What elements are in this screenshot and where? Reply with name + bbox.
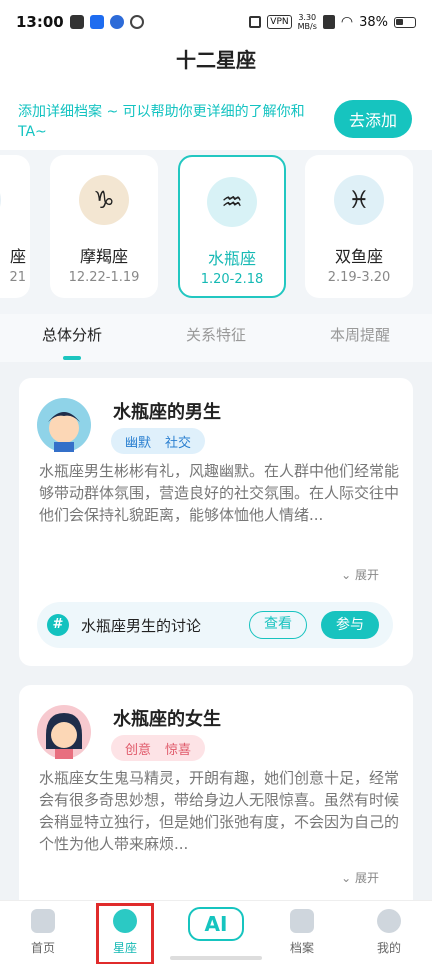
male-card-title: 水瓶座的男生 [113,402,221,423]
sign-date: 21 [9,270,26,285]
male-avatar [37,398,91,452]
male-discussion-bar: # 水瓶座男生的讨论 查看 参与 [37,602,393,648]
view-button[interactable]: 查看 [249,611,307,639]
content-area[interactable]: 水瓶座的男生 幽默 社交 水瓶座男生彬彬有礼，风趣幽默。在人群中他们经常能够带动… [0,362,432,900]
bottom-nav: 首页 星座 AI 档案 我的 [0,900,432,964]
tab-overall[interactable]: 总体分析 [0,314,144,362]
vpn-badge: VPN [267,15,292,29]
sign-date: 1.20-2.18 [200,272,264,287]
female-expand-link[interactable]: ⌄ 展开 [341,869,379,886]
tab-relationship[interactable]: 关系特征 [144,314,288,362]
hashtag-icon: # [47,614,69,636]
link-notification-icon [129,15,144,29]
battery-icon [394,16,416,28]
male-card: 水瓶座的男生 幽默 社交 水瓶座男生彬彬有礼，风趣幽默。在人群中他们经常能够带动… [19,378,413,666]
sign-name: 座 [9,247,26,266]
capricorn-partial-emblem-icon [0,175,1,225]
male-tag: 社交 [165,435,192,451]
nav-archive[interactable]: 档案 [272,909,332,956]
sign-card-pisces[interactable]: ♓ 双鱼座 2.19-3.20 [305,155,413,298]
female-tag: 创意 [125,742,152,758]
male-face-icon [48,412,80,452]
pisces-emblem-icon: ♓ [334,175,384,225]
battery-percent: 38% [359,14,388,30]
app-notification-icon [69,15,84,29]
sign-date: 2.19-3.20 [327,270,391,285]
page-title: 十二星座 [0,44,432,88]
male-tags: 幽默 社交 [111,428,206,454]
sign-name: 摩羯座 [79,247,128,266]
nav-mine-label: 我的 [376,941,401,955]
female-card-text: 水瓶座女生鬼马精灵，开朗有趣，她们创意十足，经常会有很多奇思妙想，带给身边人无限… [39,769,400,853]
male-tag: 幽默 [125,435,152,451]
nav-mine[interactable]: 我的 [359,909,419,956]
add-profile-button[interactable]: 去添加 [334,100,412,138]
archive-icon [290,909,314,933]
sim-off-icon [322,15,335,29]
capricorn-emblem-icon: ♑ [79,175,129,225]
female-tag: 惊喜 [165,742,192,758]
female-card: 水瓶座的女生 创意 惊喜 水瓶座女生鬼马精灵，开朗有趣，她们创意十足，经常会有很… [19,685,413,900]
aquarius-emblem-icon: ♒ [207,177,257,227]
wifi-icon: ◠ [340,14,354,30]
female-tags: 创意 惊喜 [111,735,206,761]
baidu-notification-icon [109,15,124,29]
status-time: 13:00 [16,13,64,31]
sign-name: 双鱼座 [334,247,383,266]
nav-archive-label: 档案 [289,941,314,955]
vibrate-icon [249,16,262,28]
speed-value: 3.30 [298,13,317,22]
discussion-title: 水瓶座男生的讨论 [81,616,202,635]
home-icon [31,909,55,933]
female-avatar [37,705,91,759]
sign-carousel[interactable]: 座 21 ♑ 摩羯座 12.22-1.19 ♒ 水瓶座 1.20-2.18 ♓ … [0,150,432,315]
analysis-tabs: 总体分析 关系特征 本周提醒 [0,314,432,362]
sign-card-capricorn[interactable]: ♑ 摩羯座 12.22-1.19 [50,155,158,298]
expand-label: 展开 [354,871,379,885]
sign-card-aquarius[interactable]: ♒ 水瓶座 1.20-2.18 [178,155,286,298]
male-card-text: 水瓶座男生彬彬有礼，风趣幽默。在人群中他们经常能够带动群体氛围，营造良好的社交氛… [39,462,400,524]
female-card-title: 水瓶座的女生 [113,709,221,730]
profile-icon [377,909,401,933]
female-face-icon [46,713,82,759]
status-bar: 13:00 VPN 3.30 MB/s ◠ 38% [0,0,432,44]
selection-highlight [96,903,154,964]
ai-button[interactable]: AI [188,907,244,941]
zhihu-notification-icon [89,15,104,29]
sign-name: 水瓶座 [207,249,256,268]
promo-banner: 添加详细档案 ~ 可以帮助你更详细的了解你和TA~ 去添加 [0,84,432,156]
tab-weekly[interactable]: 本周提醒 [288,314,432,362]
sign-date: 12.22-1.19 [68,270,140,285]
network-speed: 3.30 MB/s [298,13,317,31]
banner-text: 添加详细档案 ~ 可以帮助你更详细的了解你和TA~ [18,104,305,140]
speed-unit: MB/s [297,22,317,31]
nav-home-label: 首页 [30,941,55,955]
expand-label: 展开 [354,568,379,582]
sign-card-partial[interactable]: 座 21 [0,155,30,298]
nav-home[interactable]: 首页 [13,909,73,956]
male-expand-link[interactable]: ⌄ 展开 [341,566,379,583]
join-button[interactable]: 参与 [321,611,379,639]
home-indicator [170,956,262,960]
